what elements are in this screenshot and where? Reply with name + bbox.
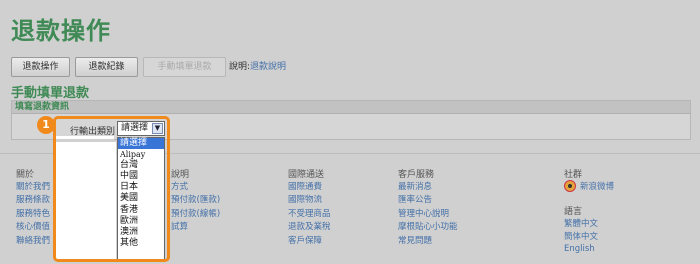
- footer-info-title: 說明: [171, 170, 190, 180]
- footer-link[interactable]: 預付款(匯款): [171, 193, 220, 206]
- footer-link[interactable]: 服務條款: [16, 193, 50, 206]
- section-title: 手動填單退款: [11, 86, 90, 101]
- language-link[interactable]: 繁體中文: [564, 217, 614, 230]
- footer-col-social: 社群 新浪微博 語言 繁體中文 簡体中文 English: [564, 167, 614, 257]
- weibo-icon[interactable]: [564, 180, 576, 192]
- footer-social-title: 社群: [564, 170, 583, 180]
- weibo-row[interactable]: 新浪微博: [564, 180, 614, 194]
- footer-col-info: 說明 方式 預付款(匯款) 預付款(線帳) 試算: [171, 167, 220, 234]
- footer-col-intl: 國際通送 國際通費 國際物流 不受理商品 退款及業稅 客戶保障: [288, 167, 331, 247]
- page-title: 退款操作: [11, 17, 111, 45]
- footer-language-title: 語言: [564, 207, 583, 217]
- refund-records-button[interactable]: 退款紀錄: [75, 57, 138, 77]
- refund-operation-button[interactable]: 退款操作: [11, 57, 70, 77]
- footer-link[interactable]: 服務特色: [16, 207, 50, 220]
- footer-link[interactable]: 摩根貼心小功能: [398, 220, 458, 233]
- footer-link[interactable]: 國際物流: [288, 193, 331, 206]
- language-link[interactable]: 簡体中文: [564, 230, 614, 243]
- footer-intl-title: 國際通送: [288, 170, 325, 180]
- footer-link[interactable]: 關於我們: [16, 180, 50, 193]
- footer-link[interactable]: 方式: [171, 180, 220, 193]
- footer-link[interactable]: 預付款(線帳): [171, 207, 220, 220]
- footer-link[interactable]: 退款及業稅: [288, 220, 331, 233]
- footer-link[interactable]: 不受理商品: [288, 207, 331, 220]
- footer-link[interactable]: 常見問題: [398, 234, 458, 247]
- footer-link[interactable]: 試算: [171, 220, 220, 233]
- footer-link[interactable]: 管理中心說明: [398, 207, 458, 220]
- footer-col-about: 關於 關於我們 服務條款 服務特色 核心價值 聯絡我們: [16, 167, 50, 247]
- footer-link[interactable]: 匯率公告: [398, 193, 458, 206]
- language-link[interactable]: English: [564, 244, 614, 257]
- step-number-badge: 1: [37, 116, 55, 134]
- refund-info-header: 填寫退款資訊: [12, 101, 690, 114]
- footer-link[interactable]: 核心價值: [16, 220, 50, 233]
- footer-link[interactable]: 客戶保障: [288, 234, 331, 247]
- footer-link[interactable]: 國際通費: [288, 180, 331, 193]
- footer-col-service: 客戶服務 最新消息 匯率公告 管理中心說明 摩根貼心小功能 常見問題: [398, 167, 458, 247]
- highlight-frame: [53, 116, 170, 262]
- explain-text: 說明:退款說明: [229, 59, 286, 72]
- footer-link[interactable]: 最新消息: [398, 180, 458, 193]
- weibo-link[interactable]: 新浪微博: [580, 182, 614, 192]
- footer-link[interactable]: 聯絡我們: [16, 234, 50, 247]
- footer-service-title: 客戶服務: [398, 170, 435, 180]
- manual-refund-button[interactable]: 手動填單退款: [143, 57, 226, 77]
- footer-about-title: 關於: [16, 170, 35, 180]
- explain-prefix: 說明:: [229, 62, 251, 72]
- refund-explanation-link[interactable]: 退款說明: [250, 62, 286, 72]
